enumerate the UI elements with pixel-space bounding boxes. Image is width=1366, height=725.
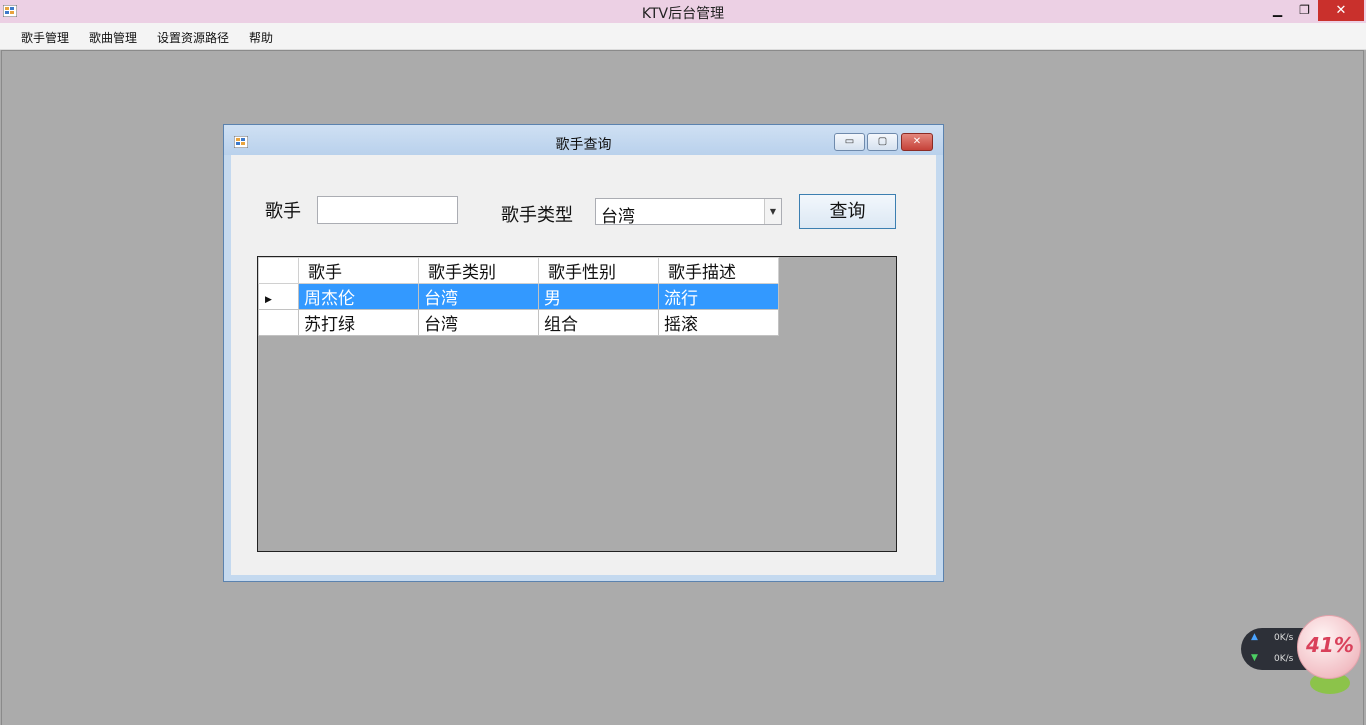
memory-percent: 41% bbox=[1306, 633, 1354, 657]
singer-type-value: 台湾 bbox=[601, 207, 635, 227]
current-row-arrow-icon: ▶ bbox=[265, 294, 272, 305]
minimize-button[interactable]: ▁ bbox=[1264, 0, 1291, 21]
row-header[interactable] bbox=[258, 309, 299, 336]
column-header-singer[interactable]: 歌手 bbox=[298, 257, 419, 284]
table-cell[interactable]: 男 bbox=[538, 283, 659, 310]
singer-data-grid[interactable]: 歌手 歌手类别 歌手性别 歌手描述 ▶ 周杰伦 台湾 男 流行 苏打绿 台湾 组… bbox=[257, 256, 897, 552]
window-title: KTV后台管理 bbox=[641, 6, 725, 22]
child-close-button[interactable]: ✕ bbox=[901, 133, 933, 151]
table-cell[interactable]: 台湾 bbox=[418, 309, 539, 336]
chevron-down-icon[interactable]: ▼ bbox=[764, 199, 781, 224]
child-maximize-button[interactable]: ▢ bbox=[867, 133, 898, 151]
main-title-bar: KTV后台管理 ▁ ❐ ✕ bbox=[0, 0, 1366, 23]
download-speed: 0K/s bbox=[1274, 654, 1294, 664]
table-row[interactable]: 苏打绿 台湾 组合 摇滚 bbox=[258, 309, 779, 336]
column-header-gender[interactable]: 歌手性别 bbox=[538, 257, 659, 284]
restore-button[interactable]: ❐ bbox=[1291, 0, 1318, 21]
column-header-description[interactable]: 歌手描述 bbox=[658, 257, 779, 284]
upload-speed: 0K/s bbox=[1274, 633, 1294, 643]
grid-header-row: 歌手 歌手类别 歌手性别 歌手描述 bbox=[258, 257, 779, 284]
singer-type-label: 歌手类型 bbox=[501, 205, 573, 226]
menu-singer-management[interactable]: 歌手管理 bbox=[21, 29, 69, 46]
table-cell[interactable]: 组合 bbox=[538, 309, 659, 336]
column-header-type[interactable]: 歌手类别 bbox=[418, 257, 539, 284]
child-minimize-button[interactable]: ▭ bbox=[834, 133, 865, 151]
menu-resource-path[interactable]: 设置资源路径 bbox=[157, 29, 229, 46]
menu-bar: 歌手管理 歌曲管理 设置资源路径 帮助 bbox=[0, 23, 1366, 50]
singer-type-select[interactable]: 台湾 ▼ bbox=[595, 198, 782, 227]
table-cell[interactable]: 周杰伦 bbox=[298, 283, 419, 310]
download-arrow-icon: ▼ bbox=[1251, 653, 1258, 663]
menu-help[interactable]: 帮助 bbox=[249, 29, 273, 46]
child-title-bar[interactable]: 歌手查询 ▭ ▢ ✕ bbox=[224, 125, 943, 155]
menu-song-management[interactable]: 歌曲管理 bbox=[89, 29, 137, 46]
table-cell[interactable]: 苏打绿 bbox=[298, 309, 419, 336]
singer-label: 歌手 bbox=[265, 201, 301, 222]
row-header[interactable]: ▶ bbox=[258, 283, 299, 310]
table-cell[interactable]: 流行 bbox=[658, 283, 779, 310]
table-row[interactable]: ▶ 周杰伦 台湾 男 流行 bbox=[258, 283, 779, 310]
singer-input[interactable] bbox=[317, 196, 458, 224]
table-cell[interactable]: 摇滚 bbox=[658, 309, 779, 336]
grid-corner-header[interactable] bbox=[258, 257, 299, 284]
query-button[interactable]: 查询 bbox=[799, 194, 896, 229]
table-cell[interactable]: 台湾 bbox=[418, 283, 539, 310]
child-client-area: 歌手 歌手类型 台湾 ▼ 查询 歌手 歌手类别 歌手性别 歌手描述 ▶ 周杰伦 … bbox=[231, 155, 936, 575]
close-button[interactable]: ✕ bbox=[1318, 0, 1364, 21]
upload-arrow-icon: ▲ bbox=[1251, 632, 1258, 642]
singer-query-window: 歌手查询 ▭ ▢ ✕ 歌手 歌手类型 台湾 ▼ 查询 歌手 歌手类别 歌手性别 … bbox=[223, 124, 944, 582]
